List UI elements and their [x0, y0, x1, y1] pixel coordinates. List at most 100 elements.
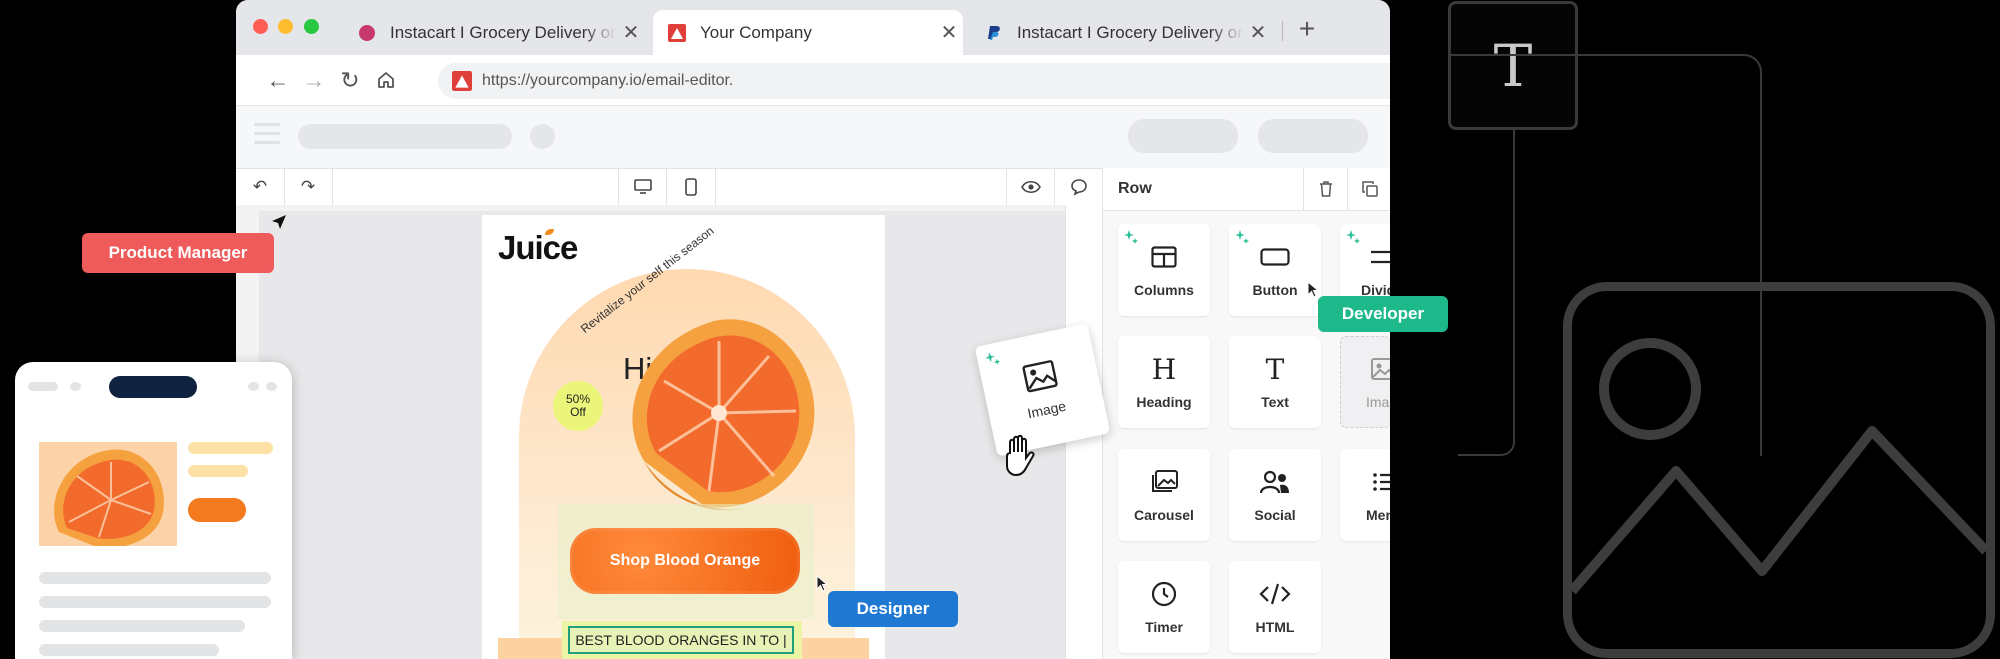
mockup-hero-image — [39, 442, 177, 546]
comment-icon[interactable] — [1054, 169, 1103, 205]
duplicate-row-icon[interactable] — [1347, 168, 1390, 210]
header-placeholder — [298, 124, 512, 149]
mobile-view-icon[interactable] — [666, 169, 716, 205]
mockup-text-line — [39, 644, 219, 656]
browser-tab-1[interactable]: Instacart I Grocery Delivery or Pickup ✕ — [343, 10, 645, 55]
reload-icon[interactable]: ↻ — [335, 65, 365, 95]
delete-row-icon[interactable] — [1303, 168, 1348, 210]
dragging-image-block[interactable]: Image — [974, 323, 1111, 457]
html-icon — [1259, 579, 1291, 609]
minimize-window-button[interactable] — [278, 19, 293, 34]
brand-logo: Juice — [498, 229, 578, 266]
mockup-cta-button — [188, 498, 246, 522]
blood-orange-slice-image — [54, 449, 164, 546]
address-bar: ← → ↻ https://yourcompany.io/email-edito… — [236, 55, 1390, 106]
paypal-favicon-icon — [988, 25, 1000, 40]
connector-line — [1458, 130, 1515, 456]
tab-divider — [1282, 21, 1283, 41]
url-field[interactable]: https://yourcompany.io/email-editor. — [438, 63, 1390, 99]
forward-arrow-icon[interactable]: → — [299, 65, 329, 95]
editable-text-block[interactable]: BEST BLOOD ORANGES IN TO | — [568, 626, 794, 654]
mockup-text-line — [188, 442, 273, 454]
carousel-icon — [1150, 467, 1178, 497]
discount-label: Off — [570, 405, 586, 419]
browser-tab-3[interactable]: Instacart I Grocery Delivery or Pickup ✕ — [970, 10, 1272, 55]
editor-toolbar: ↶ ↷ — [236, 168, 1102, 206]
blocks-panel: Row Columns Button Divider H Heading — [1102, 168, 1390, 659]
email-preview[interactable]: Juice Revitalize your self this season H… — [482, 215, 885, 659]
image-icon — [1021, 360, 1058, 393]
new-tab-button[interactable]: + — [1292, 14, 1322, 44]
instacart-favicon-icon — [359, 24, 375, 41]
columns-icon — [1151, 242, 1177, 272]
text-icon: T — [1265, 352, 1285, 386]
close-window-button[interactable] — [253, 19, 268, 34]
collaborator-tag-designer: Designer — [828, 591, 958, 627]
social-icon — [1260, 467, 1290, 497]
undo-icon[interactable]: ↶ — [236, 169, 285, 205]
mockup-header-pill — [109, 376, 197, 398]
block-heading[interactable]: H Heading — [1118, 336, 1210, 428]
preview-eye-icon[interactable] — [1006, 169, 1055, 205]
mockup-text-line — [39, 572, 271, 584]
cursor-arrow-icon — [1307, 280, 1320, 298]
mockup-text-line — [188, 465, 248, 477]
maximize-window-button[interactable] — [304, 19, 319, 34]
header-button-placeholder[interactable] — [1128, 119, 1238, 153]
block-columns[interactable]: Columns — [1118, 224, 1210, 316]
browser-tab-2[interactable]: Your Company ✕ — [653, 10, 963, 55]
header-button-placeholder[interactable] — [1258, 119, 1368, 153]
collaborator-tag-developer: Developer — [1318, 296, 1448, 332]
tab-bar: Instacart I Grocery Delivery or Pickup ✕… — [236, 0, 1390, 55]
ai-sparkle-icon — [985, 352, 1001, 365]
mockup-placeholder — [28, 382, 58, 391]
company-favicon-icon — [668, 23, 686, 42]
block-image-placeholder[interactable]: Image — [1340, 336, 1390, 428]
button-icon — [1260, 242, 1290, 272]
block-button[interactable]: Button — [1229, 224, 1321, 316]
mockup-text-line — [39, 596, 271, 608]
block-menu[interactable]: Menu — [1340, 449, 1390, 541]
divider-icon — [1371, 242, 1390, 272]
mockup-placeholder — [266, 382, 277, 391]
mockup-placeholder — [248, 382, 259, 391]
heading-icon: H — [1151, 352, 1177, 386]
back-arrow-icon[interactable]: ← — [263, 65, 293, 95]
mockup-placeholder — [70, 382, 81, 391]
block-social[interactable]: Social — [1229, 449, 1321, 541]
blood-orange-slice-image — [632, 319, 815, 511]
company-favicon-icon — [452, 71, 472, 91]
cursor-arrow-icon — [816, 574, 829, 592]
hamburger-menu-icon[interactable] — [254, 123, 280, 144]
cursor-arrow-icon — [272, 215, 286, 229]
image-icon — [1371, 354, 1390, 384]
ai-sparkle-icon — [1235, 230, 1249, 244]
mockup-text-line — [39, 620, 245, 632]
ai-sparkle-icon — [1124, 230, 1138, 244]
ai-sparkle-icon — [1346, 230, 1360, 244]
discount-badge: 50% Off — [553, 381, 603, 431]
block-text[interactable]: T Text — [1229, 336, 1321, 428]
close-tab-icon[interactable]: ✕ — [935, 20, 963, 45]
panel-title: Row — [1118, 180, 1152, 197]
collaborator-tag-product-manager: Product Manager — [82, 233, 274, 273]
app-header — [236, 106, 1390, 168]
shop-blood-orange-button[interactable]: Shop Blood Orange — [570, 528, 800, 594]
image-placeholder-icon — [1563, 282, 1995, 658]
timer-icon — [1151, 579, 1177, 609]
home-icon[interactable] — [371, 65, 401, 95]
mobile-email-mockup — [15, 362, 292, 659]
url-text: https://yourcompany.io/email-editor. — [482, 72, 734, 89]
block-timer[interactable]: Timer — [1118, 561, 1210, 653]
block-carousel[interactable]: Carousel — [1118, 449, 1210, 541]
panel-header: Row — [1103, 168, 1390, 211]
block-html[interactable]: HTML — [1229, 561, 1321, 653]
menu-icon — [1373, 467, 1390, 497]
image-glyph — [1568, 338, 1990, 595]
redo-icon[interactable]: ↷ — [284, 169, 333, 205]
header-placeholder — [530, 124, 555, 149]
close-tab-icon[interactable]: ✕ — [1244, 20, 1272, 45]
desktop-view-icon[interactable] — [618, 169, 667, 205]
grab-hand-cursor-icon — [1000, 434, 1042, 483]
close-tab-icon[interactable]: ✕ — [617, 20, 645, 45]
